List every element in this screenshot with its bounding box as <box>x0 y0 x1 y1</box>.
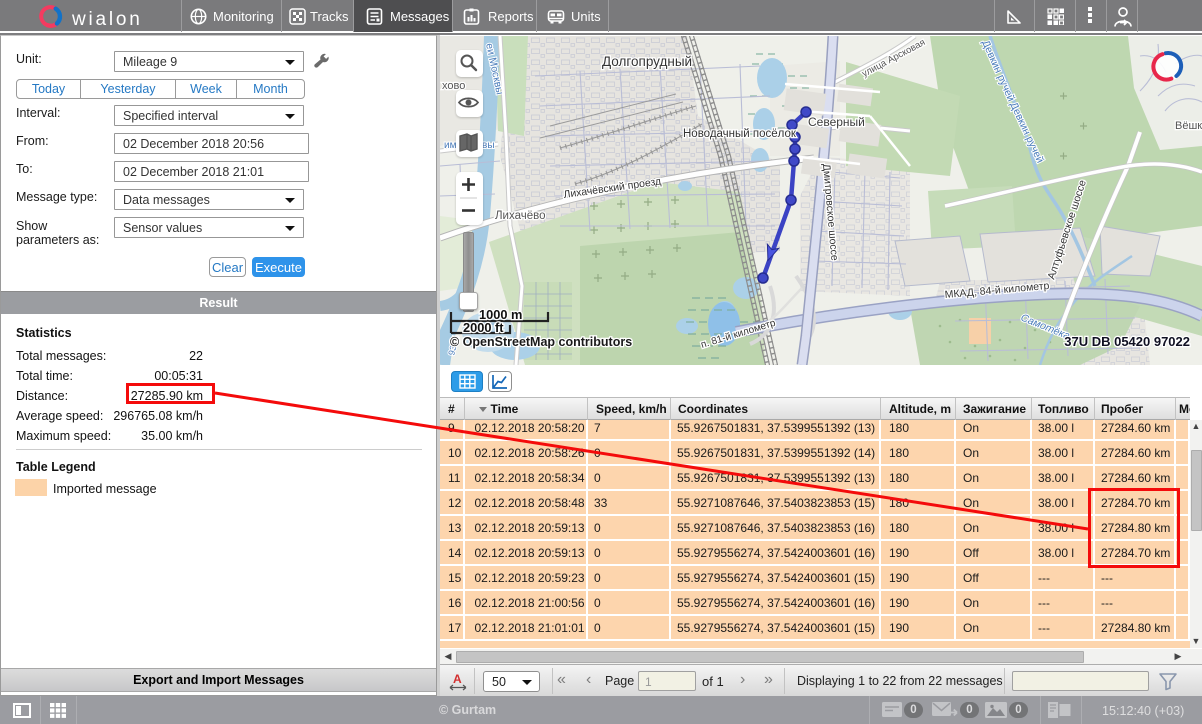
svg-text:Северный: Северный <box>808 115 865 129</box>
svg-text:37U DB 05420 97022: 37U DB 05420 97022 <box>1064 334 1190 349</box>
svg-text:© OpenStreetMap contributors: © OpenStreetMap contributors <box>450 335 632 349</box>
svg-text:Новодачный посёлок: Новодачный посёлок <box>683 128 797 140</box>
svg-text:вы: вы <box>482 140 495 151</box>
svg-text:wialon: wialon <box>71 9 143 29</box>
svg-text:A: A <box>453 672 462 686</box>
svg-text:Вёшк: Вёшк <box>1175 120 1202 132</box>
svg-text:Лихачёво: Лихачёво <box>495 210 546 222</box>
svg-text:Долгопрудный: Долгопрудный <box>602 54 692 69</box>
svg-text:2000 ft: 2000 ft <box>463 320 504 335</box>
